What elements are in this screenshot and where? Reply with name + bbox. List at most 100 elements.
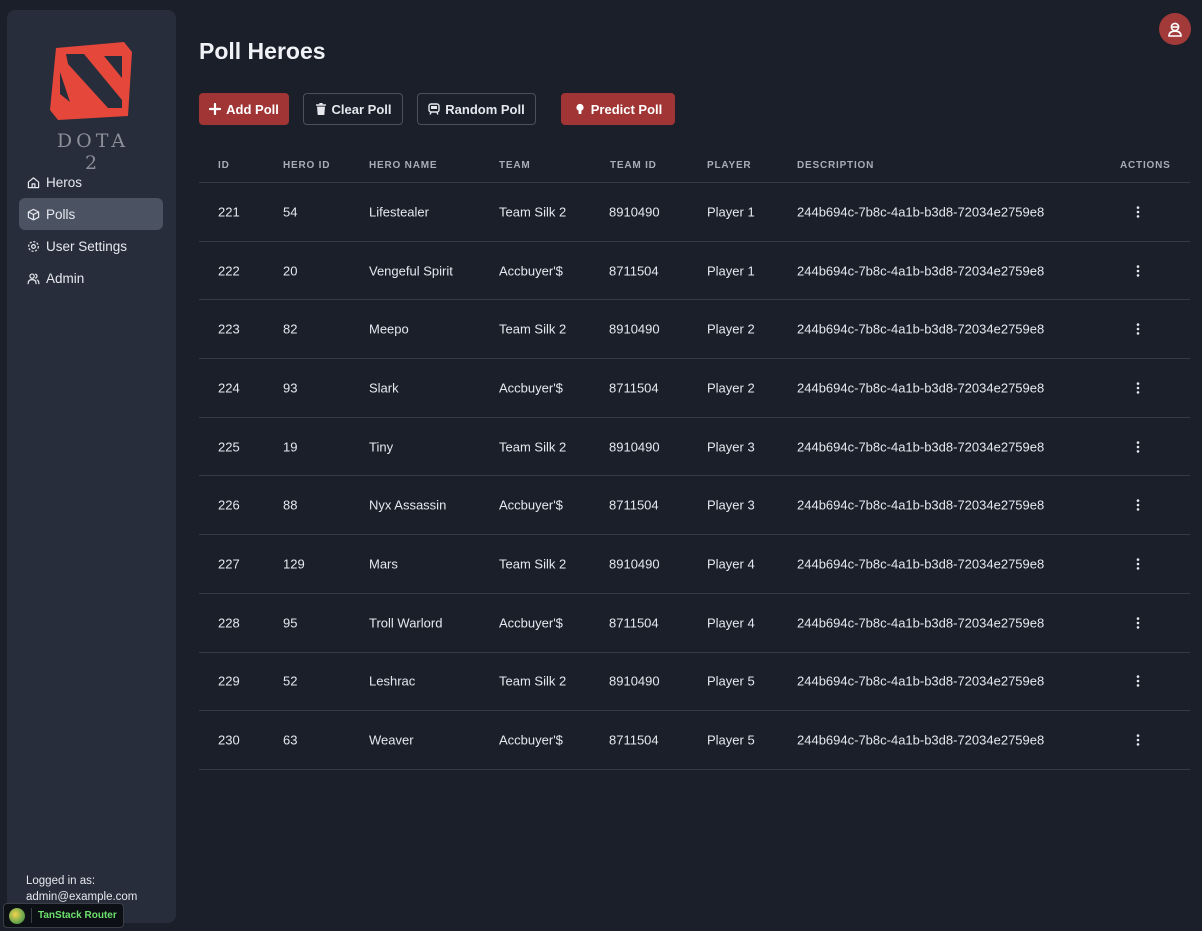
table-row[interactable]: 223 82 Meepo Team Silk 2 8910490 Player … [199,300,1190,360]
dota2-logo[interactable]: DOTA 2 [46,40,140,174]
row-actions-button[interactable] [1131,380,1145,396]
cell-description: 244b694c-7b8c-4a1b-b3d8-72034e2759e8 [797,732,1045,748]
row-actions-button[interactable] [1131,321,1145,337]
cell-hero-name: Weaver [369,732,414,748]
cell-id: 225 [218,439,240,455]
sidebar-item-label: Polls [46,206,76,222]
cell-hero-id: 88 [283,497,298,513]
users-icon [27,272,40,285]
sidebar: DOTA 2 Heros Polls User Settings Admin L… [7,10,176,923]
column-header-player[interactable]: PLAYER [707,160,751,171]
cell-hero-name: Tiny [369,439,394,455]
row-actions-button[interactable] [1131,673,1145,689]
cell-hero-id: 52 [283,673,298,689]
cell-team-id: 8910490 [609,321,660,337]
user-icon [1168,22,1182,37]
user-avatar-button[interactable] [1159,13,1191,45]
sidebar-item-label: Admin [46,270,85,286]
trash-icon [315,103,326,115]
cell-hero-name: Leshrac [369,673,416,689]
table-row[interactable]: 225 19 Tiny Team Silk 2 8910490 Player 3… [199,418,1190,477]
column-header-id[interactable]: ID [218,160,230,171]
cell-description: 244b694c-7b8c-4a1b-b3d8-72034e2759e8 [797,615,1045,631]
table-row[interactable]: 229 52 Leshrac Team Silk 2 8910490 Playe… [199,653,1190,712]
row-actions-button[interactable] [1131,263,1145,279]
cell-hero-name: Vengeful Spirit [369,263,453,279]
column-header-team[interactable]: TEAM [499,160,531,171]
row-actions-button[interactable] [1131,615,1145,631]
cell-id: 222 [218,263,240,279]
cell-id: 230 [218,732,240,748]
cell-id: 223 [218,321,240,337]
clear-poll-label: Clear Poll [331,101,392,117]
cell-hero-name: Lifestealer [369,204,429,220]
row-actions-button[interactable] [1131,204,1145,220]
cell-player: Player 1 [707,263,755,279]
cell-id: 227 [218,556,240,572]
sidebar-nav: Heros Polls User Settings Admin [19,166,163,294]
cell-hero-id: 19 [283,439,298,455]
cell-description: 244b694c-7b8c-4a1b-b3d8-72034e2759e8 [797,380,1045,396]
cell-player: Player 5 [707,732,755,748]
column-header-team-id[interactable]: TEAM ID [610,160,657,171]
cell-player: Player 2 [707,321,755,337]
random-poll-button[interactable]: Random Poll [417,93,536,125]
cell-team: Team Silk 2 [499,439,567,455]
row-actions-button[interactable] [1131,497,1145,513]
column-header-hero-name[interactable]: HERO NAME [369,160,437,171]
cell-player: Player 2 [707,380,755,396]
table-row[interactable]: 227 129 Mars Team Silk 2 8910490 Player … [199,535,1190,594]
more-vertical-icon [1136,440,1140,453]
sidebar-item-user-settings[interactable]: User Settings [19,230,163,262]
cell-hero-id: 93 [283,380,298,396]
cell-hero-id: 95 [283,615,298,631]
table-row[interactable]: 230 63 Weaver Accbuyer'$ 8711504 Player … [199,711,1190,770]
column-header-description[interactable]: DESCRIPTION [797,160,874,171]
table-row[interactable]: 222 20 Vengeful Spirit Accbuyer'$ 871150… [199,242,1190,301]
cell-team: Accbuyer'$ [499,380,563,396]
sidebar-item-admin[interactable]: Admin [19,262,163,294]
clear-poll-button[interactable]: Clear Poll [303,93,403,125]
gear-icon [27,240,40,253]
cell-team: Team Silk 2 [499,204,567,220]
table-row[interactable]: 226 88 Nyx Assassin Accbuyer'$ 8711504 P… [199,476,1190,536]
sidebar-item-label: User Settings [46,238,128,254]
column-header-actions: ACTIONS [1120,160,1171,171]
row-actions-button[interactable] [1131,439,1145,455]
dota-logo-icon [50,42,132,120]
cell-team: Accbuyer'$ [499,615,563,631]
sidebar-item-polls[interactable]: Polls [19,198,163,230]
cell-id: 226 [218,497,240,513]
predict-poll-button[interactable]: Predict Poll [561,93,675,125]
add-poll-button[interactable]: Add Poll [199,93,289,125]
more-vertical-icon [1136,734,1140,746]
table-row[interactable]: 221 54 Lifestealer Team Silk 2 8910490 P… [199,183,1190,242]
cell-id: 221 [218,204,240,220]
more-vertical-icon [1136,499,1140,511]
more-vertical-icon [1136,206,1140,218]
cell-description: 244b694c-7b8c-4a1b-b3d8-72034e2759e8 [797,263,1045,279]
add-poll-label: Add Poll [226,101,279,117]
row-actions-button[interactable] [1131,732,1145,748]
table-row[interactable]: 228 95 Troll Warlord Accbuyer'$ 8711504 … [199,594,1190,653]
cell-hero-id: 129 [283,556,305,572]
column-header-hero-id[interactable]: HERO ID [283,160,330,171]
more-vertical-icon [1136,675,1140,688]
cell-hero-name: Nyx Assassin [369,497,447,513]
more-vertical-icon [1136,264,1140,277]
tanstack-logo-icon [9,907,25,924]
random-poll-label: Random Poll [445,101,525,117]
cell-player: Player 3 [707,497,755,513]
sidebar-item-heros[interactable]: Heros [19,166,163,198]
devtools-label: TanStack Router [38,910,117,921]
table-row[interactable]: 224 93 Slark Accbuyer'$ 8711504 Player 2… [199,359,1190,418]
cell-hero-id: 82 [283,321,298,337]
cell-team: Team Silk 2 [499,321,567,337]
cell-id: 228 [218,615,240,631]
row-actions-button[interactable] [1131,556,1145,572]
cell-id: 224 [218,380,240,396]
cell-team-id: 8711504 [609,497,659,513]
cell-team: Accbuyer'$ [499,732,563,748]
cell-player: Player 1 [707,204,755,220]
tanstack-router-devtools-button[interactable]: TanStack Router [3,903,124,928]
